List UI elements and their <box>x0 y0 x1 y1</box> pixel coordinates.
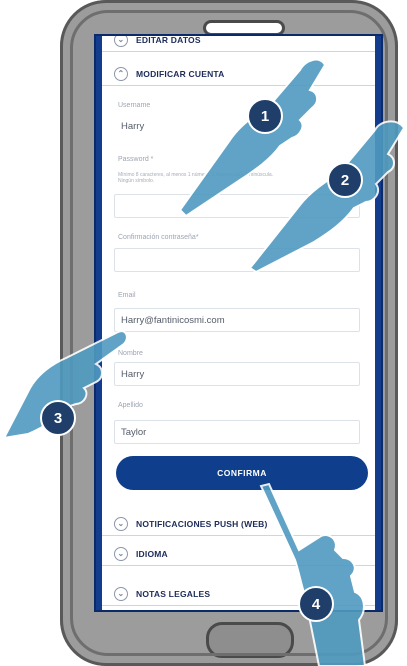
confirm-password-label: Confirmación contraseña* <box>118 234 199 241</box>
username-label: Username <box>118 102 151 109</box>
chevron-down-icon: ⌄ <box>114 546 128 561</box>
username-value: Harry <box>121 120 145 132</box>
chevron-up-icon: ⌃ <box>114 66 128 81</box>
step-badge-3: 3 <box>40 400 76 436</box>
email-label: Email <box>118 292 136 299</box>
name-field[interactable]: Harry <box>114 362 360 386</box>
step-badge-2: 2 <box>327 162 363 198</box>
email-field[interactable]: Harry@fantinicosmi.com <box>114 308 360 332</box>
pointing-hand-icon <box>248 120 406 274</box>
chevron-down-icon: ⌄ <box>114 586 128 601</box>
chevron-down-icon: ⌄ <box>114 36 128 47</box>
surname-field[interactable]: Taylor <box>114 420 360 444</box>
section-title: NOTAS LEGALES <box>136 588 211 599</box>
pointing-hand-icon <box>259 482 367 666</box>
chevron-down-icon: ⌄ <box>114 516 128 531</box>
section-title: IDIOMA <box>136 548 168 559</box>
step-badge-4: 4 <box>298 586 334 622</box>
section-title: NOTIFICACIONES PUSH (WEB) <box>136 518 268 529</box>
email-value: Harry@fantinicosmi.com <box>121 314 225 326</box>
password-label: Password * <box>118 156 154 163</box>
